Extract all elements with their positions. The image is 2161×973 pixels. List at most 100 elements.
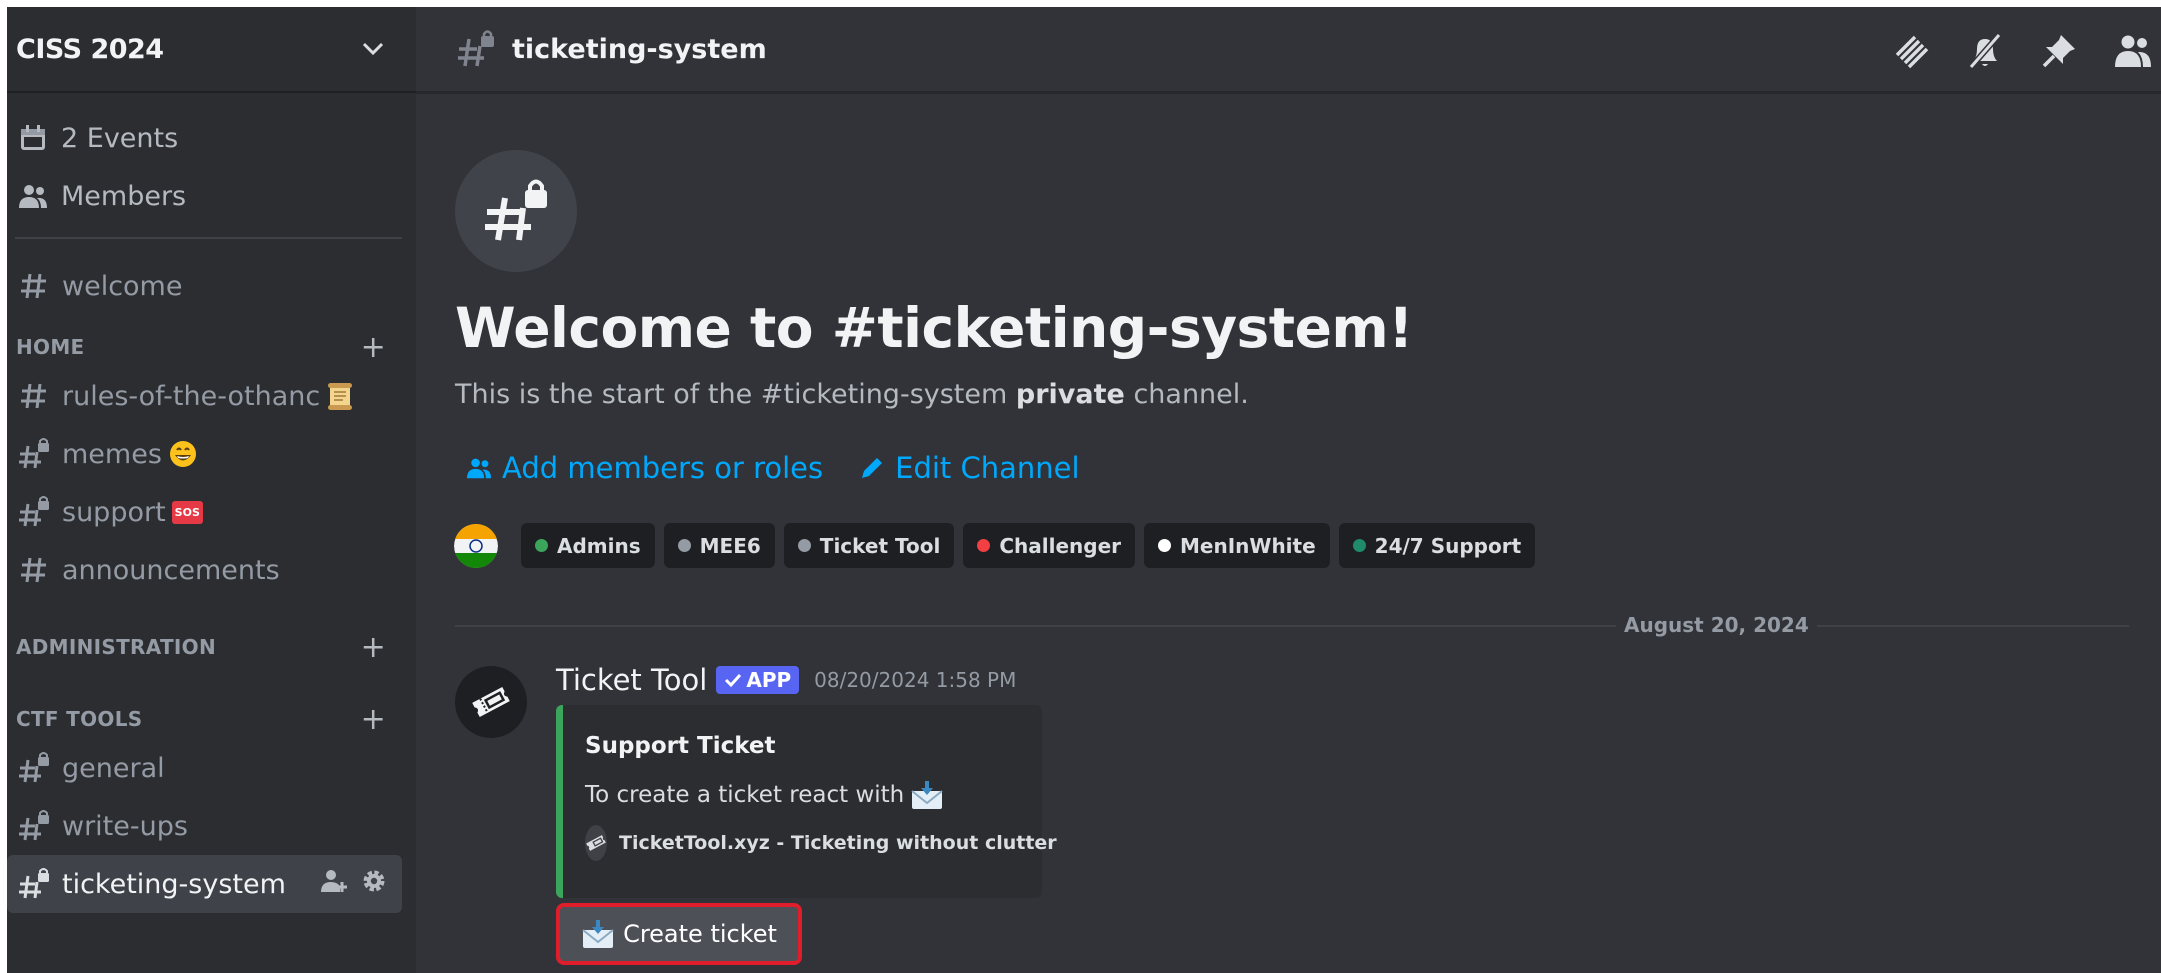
role-color-dot <box>535 539 548 552</box>
sos-label: SOS <box>171 500 203 524</box>
create-ticket-button[interactable]: Create ticket <box>556 903 802 965</box>
welcome-sub-prefix: This is the start of the #ticketing-syst… <box>455 379 1008 410</box>
member-list-icon[interactable] <box>2113 31 2153 71</box>
role-color-dot <box>977 539 991 552</box>
category-label: CTF TOOLS <box>16 707 143 731</box>
category-ctf-tools[interactable]: CTF TOOLS + <box>7 699 416 739</box>
sidebar-divider <box>15 237 402 239</box>
role-color-dot <box>797 539 811 552</box>
channel-label: rules-of-the-othanc <box>62 380 321 412</box>
server-header[interactable]: CISS 2024 <box>7 7 416 93</box>
chevron-down-icon <box>362 42 384 56</box>
gear-icon[interactable] <box>360 867 388 902</box>
category-label: ADMINISTRATION <box>16 635 217 659</box>
chat-main: ticketing-system Welcome to #ticketing-s… <box>416 7 2161 973</box>
date-divider-label: August 20, 2024 <box>1616 613 1817 637</box>
members-icon <box>17 181 49 211</box>
role-name: Admins <box>557 533 641 558</box>
channel-announcements[interactable]: announcements <box>7 541 402 599</box>
channel-rules[interactable]: rules-of-the-othanc <box>7 367 402 425</box>
role-name: 24/7 Support <box>1374 533 1522 558</box>
welcome-actions: Add members or roles Edit Channel <box>466 451 1080 485</box>
channel-header: ticketing-system <box>416 7 2161 93</box>
role-list: Admins MEE6 Ticket Tool Challenger MenIn… <box>454 523 1536 568</box>
welcome-title: Welcome to #ticketing-system! <box>455 296 1413 360</box>
role-chip[interactable]: Ticket Tool <box>783 523 955 568</box>
avatar[interactable] <box>454 523 498 568</box>
calendar-icon <box>17 123 49 153</box>
threads-icon[interactable] <box>1891 31 1931 71</box>
channel-label: support <box>62 496 166 528</box>
category-home[interactable]: HOME + <box>7 327 416 367</box>
role-chip[interactable]: 24/7 Support <box>1338 523 1536 568</box>
role-chip[interactable]: Admins <box>521 523 655 568</box>
grinning-emoji-icon <box>168 439 198 469</box>
category-label: HOME <box>16 335 85 359</box>
checkmark-icon <box>725 673 742 688</box>
channel-title: ticketing-system <box>512 33 767 65</box>
members-item[interactable]: Members <box>7 167 416 225</box>
channel-welcome[interactable]: welcome <box>7 257 402 315</box>
message-header: Ticket Tool APP 08/20/2024 1:58 PM <box>556 663 1016 697</box>
role-color-dot <box>1352 539 1366 552</box>
server-name: CISS 2024 <box>16 33 164 65</box>
add-channel-plus-icon[interactable]: + <box>361 702 386 737</box>
role-chip[interactable]: MEE6 <box>663 523 775 568</box>
role-name: MEE6 <box>699 533 761 558</box>
channel-welcome-icon-wrap <box>455 150 577 272</box>
channel-memes[interactable]: memes <box>7 425 402 483</box>
locked-hash-icon <box>16 436 52 472</box>
hash-icon <box>16 552 52 588</box>
avatar[interactable] <box>455 666 527 738</box>
edit-channel-label: Edit Channel <box>895 451 1080 485</box>
welcome-sub-suffix: channel. <box>1133 379 1249 410</box>
events-item[interactable]: 2 Events <box>7 109 416 167</box>
message-timestamp: 08/20/2024 1:58 PM <box>814 668 1017 692</box>
ticket-icon <box>472 686 510 718</box>
envelope-arrow-icon <box>582 920 614 948</box>
role-name: Challenger <box>999 533 1121 558</box>
category-administration[interactable]: ADMINISTRATION + <box>7 627 416 667</box>
role-name: Ticket Tool <box>819 533 941 558</box>
pencil-icon <box>862 458 883 478</box>
channel-write-ups[interactable]: write-ups <box>7 797 402 855</box>
role-color-dot <box>677 539 691 552</box>
scroll-emoji-icon <box>326 381 354 411</box>
channel-label: welcome <box>62 270 183 302</box>
channel-ticketing-system[interactable]: ticketing-system <box>7 855 402 913</box>
embed-footer: TicketTool.xyz - Ticketing without clutt… <box>585 825 1057 861</box>
message-author[interactable]: Ticket Tool <box>556 663 707 697</box>
embed-title: Support Ticket <box>585 733 776 759</box>
add-members-label: Add members or roles <box>502 451 824 485</box>
role-color-dot <box>1158 539 1171 552</box>
channel-label: general <box>62 752 165 784</box>
role-chip[interactable]: MenInWhite <box>1144 523 1330 568</box>
embed-description-text: To create a ticket react with <box>585 782 905 808</box>
header-toolbar <box>1891 31 2153 71</box>
edit-channel-link[interactable]: Edit Channel <box>859 451 1080 485</box>
members-label: Members <box>61 180 187 212</box>
locked-hash-icon <box>16 808 52 844</box>
mute-bell-icon[interactable] <box>1965 31 2005 71</box>
welcome-sub-bold: private <box>1015 379 1125 410</box>
invite-icon[interactable] <box>320 868 350 901</box>
channel-label: announcements <box>62 554 280 586</box>
locked-hash-icon <box>16 750 52 786</box>
pin-icon[interactable] <box>2039 31 2079 71</box>
locked-hash-icon <box>455 150 577 272</box>
channel-general[interactable]: general <box>7 739 402 797</box>
channel-support[interactable]: support SOS <box>7 483 402 541</box>
welcome-subtitle: This is the start of the #ticketing-syst… <box>455 379 1249 410</box>
hash-icon <box>16 268 52 304</box>
app-badge-label: APP <box>746 668 792 692</box>
events-label: 2 Events <box>61 122 179 154</box>
add-members-link[interactable]: Add members or roles <box>466 451 823 485</box>
channel-actions <box>320 867 388 902</box>
hash-icon <box>16 378 52 414</box>
add-channel-plus-icon[interactable]: + <box>361 330 386 365</box>
role-chip[interactable]: Challenger <box>963 523 1135 568</box>
add-channel-plus-icon[interactable]: + <box>361 630 386 665</box>
embed-description: To create a ticket react with <box>585 779 1020 811</box>
ticket-tool-logo-icon <box>585 825 607 861</box>
app-badge: APP <box>716 666 800 694</box>
